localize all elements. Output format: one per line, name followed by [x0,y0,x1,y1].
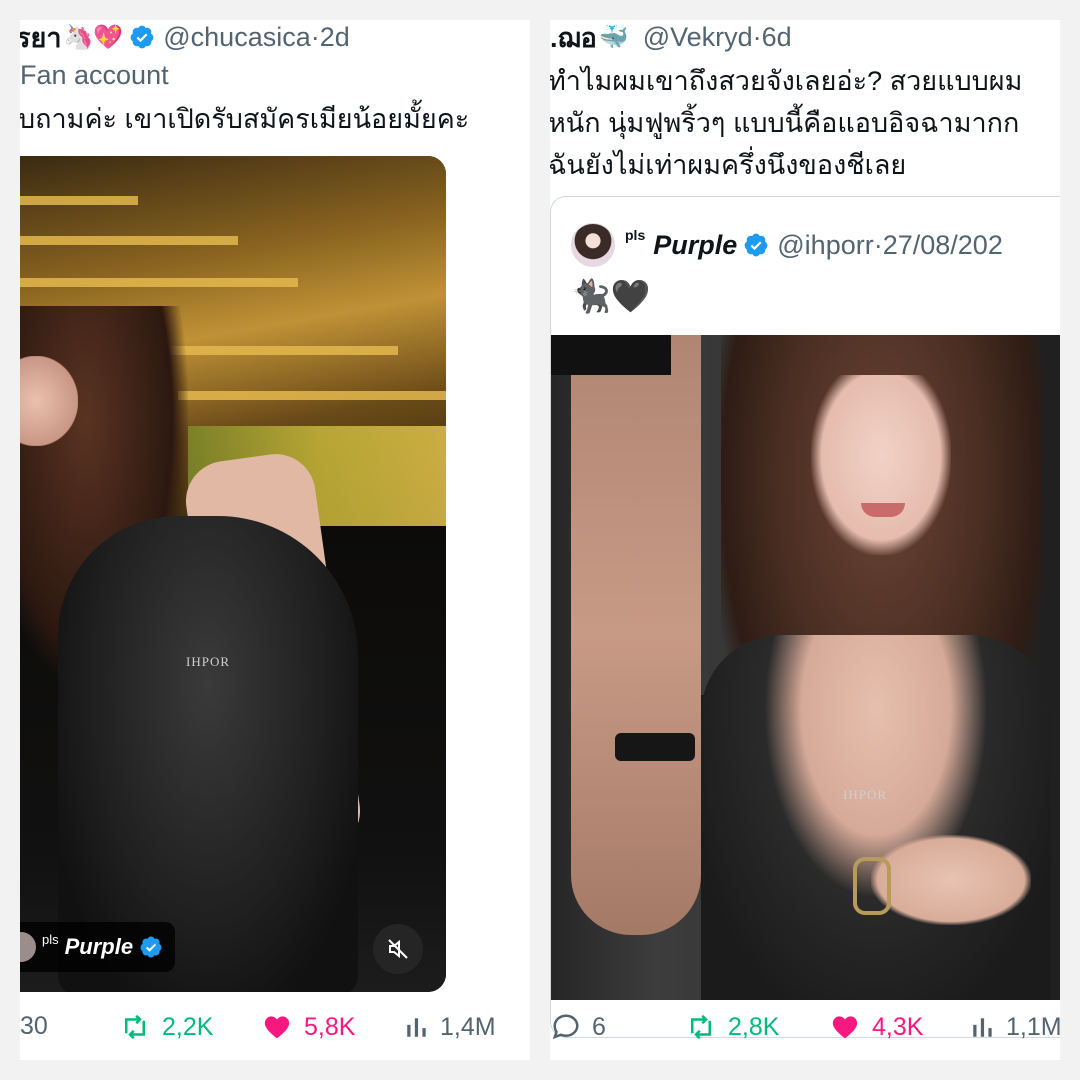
mute-button[interactable] [373,924,423,974]
tweet-text-line-1: ทำไมผมเขาถึงสวยจังเลยอ่ะ? สวยแบบผม [550,66,1023,96]
quoted-text: 🐈‍⬛🖤 [571,278,651,314]
view-count: 1,1M [1006,1012,1060,1041]
views-button[interactable]: 1,1M [970,1012,1060,1042]
quoted-display-name[interactable]: Purple [653,230,737,261]
pls-label: pls [625,227,646,243]
reply-button[interactable]: 30 [20,1012,48,1041]
retweet-icon [125,1014,145,1040]
tweet-text-line-2: หนัก นุ่มฟูพริ้วๆ แบบนี้คือแอบอิจฉามากก [550,108,1020,138]
view-count: 1,4M [440,1012,496,1041]
source-avatar [20,932,36,962]
like-count: 4,3K [872,1012,924,1041]
tweet-text-line-3: ฉันยังไม่เท่าผมครึ่งนึงของชีเลย [550,150,907,180]
like-button[interactable]: 4,3K [828,1012,923,1042]
person-dress [58,516,358,992]
media-source-chip[interactable]: pls Purple [20,922,176,972]
quoted-tweet-header: pls Purple @ihporr · 27/08/202 [571,223,1003,267]
quoted-tweet[interactable]: pls Purple @ihporr · 27/08/202 🐈‍⬛🖤 IHPO… [550,196,1060,1038]
name-emoji: 🐳 [598,23,629,51]
verified-badge-icon [140,936,162,958]
left-tweet-header: รยา 🦄💖 @chucasica · 2d [20,20,350,54]
bracelet [853,857,891,915]
reply-count: 6 [592,1012,606,1041]
timestamp[interactable]: 6d [762,22,792,53]
retweet-icon [691,1014,711,1040]
speaker-muted-icon [388,939,408,959]
retweet-button[interactable]: 2,2K [118,1012,213,1042]
quoted-image[interactable]: IHPOR [551,335,1060,1000]
timestamp[interactable]: 2d [320,22,350,53]
source-name: Purple [64,934,134,959]
stage-light [20,278,298,287]
avatar[interactable] [571,223,615,267]
display-name[interactable]: รยา [20,20,61,59]
like-button[interactable]: 5,8K [260,1012,355,1042]
separator-dot: · [873,229,883,260]
person-hands [871,835,1031,925]
left-tweet-panel: รยา 🦄💖 @chucasica · 2d Fan account บถามค… [20,20,530,1060]
separator-dot: · [310,21,320,52]
person-body [701,635,1051,1000]
watermark: IHPOR [843,787,888,802]
account-label: Fan account [20,60,169,90]
tweet-text: บถามค่ะ เขาเปิดรับสมัครเมียน้อยมั้ยคะ [20,104,470,134]
verified-badge-icon [744,233,768,257]
retweet-count: 2,2K [162,1012,214,1041]
right-tweet-header: .ฌอ 🐳 @Vekryd · 6d [550,20,792,54]
reply-button[interactable]: 6 [550,1012,606,1042]
quoted-handle[interactable]: @ihporr [777,230,873,261]
stage-light [20,196,138,205]
quoted-date[interactable]: 27/08/202 [883,230,1003,261]
tweet-actions: 30 2,2K 5,8K 1,4M [20,1012,530,1052]
foreground-arm [571,335,701,935]
watch [615,733,695,761]
reply-count: 30 [20,1012,48,1040]
bar-chart-icon [407,1018,426,1037]
stage-light [178,391,446,400]
handle[interactable]: @Vekryd [643,22,753,53]
handle[interactable]: @chucasica [163,22,310,53]
retweet-button[interactable]: 2,8K [684,1012,779,1042]
person-face [20,356,78,446]
tweet-video[interactable]: IHPOR pls Purple [20,156,446,992]
heart-icon [264,1016,290,1039]
person-face [811,375,951,555]
reply-icon [552,1014,579,1040]
verified-badge-icon [130,25,154,49]
bar-chart-icon [973,1018,992,1037]
name-emoji: 🦄💖 [63,23,124,51]
retweet-count: 2,8K [728,1012,780,1041]
watermark: IHPOR [186,654,231,669]
heart-icon [832,1016,858,1039]
like-count: 5,8K [304,1012,356,1041]
stage-light [20,236,238,245]
source-pls-label: pls [42,931,59,947]
tweet-actions: 6 2,8K 4,3K 1,1M [550,1012,1060,1052]
display-name[interactable]: .ฌอ [550,20,597,59]
separator-dot: · [752,21,762,52]
sleeve [551,335,671,375]
right-tweet-panel: .ฌอ 🐳 @Vekryd · 6d ทำไมผมเขาถึงสวยจังเลย… [550,20,1060,1060]
views-button[interactable]: 1,4M [404,1012,496,1042]
